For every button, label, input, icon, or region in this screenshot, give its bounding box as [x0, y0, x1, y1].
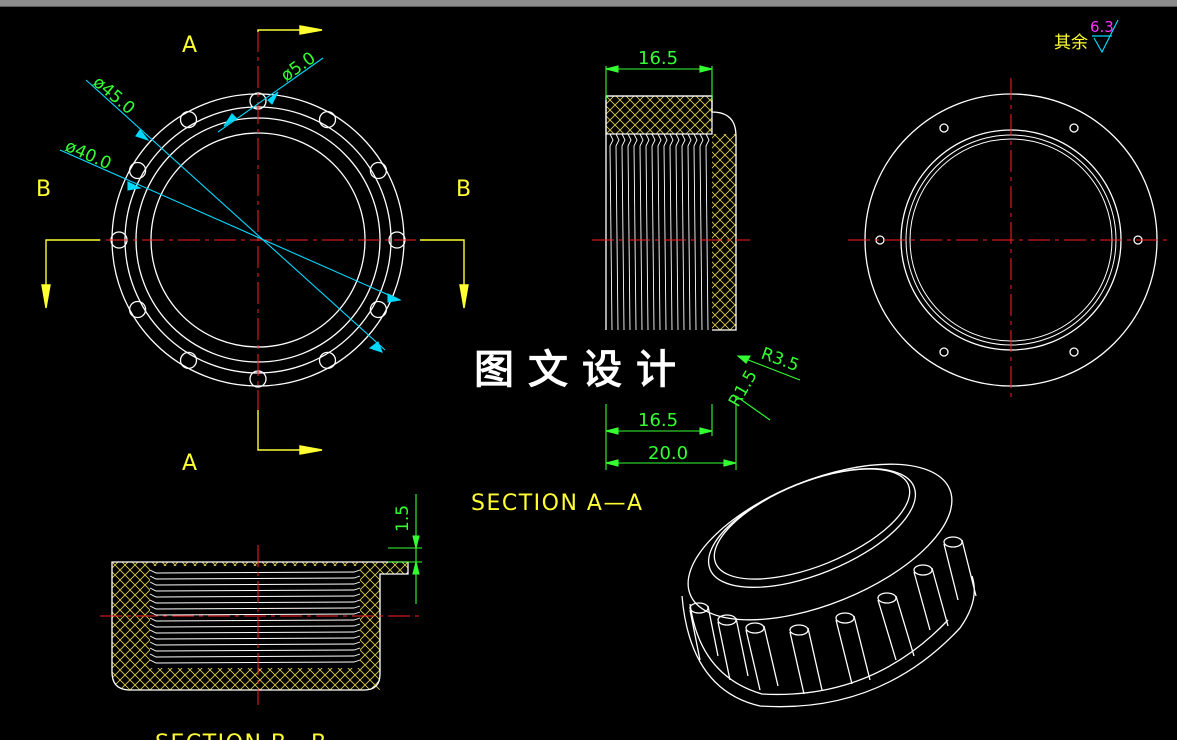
section-bb-title: SECTION B—B — [155, 731, 328, 740]
roughness-value: 6.3 — [1090, 18, 1114, 36]
thread-line — [615, 133, 620, 331]
bolt-hole — [939, 123, 949, 133]
dim-width-top: 16.5 — [638, 48, 678, 69]
iso-rib — [913, 567, 949, 631]
knurl-bump — [369, 161, 388, 180]
view-label-a-top: A — [182, 33, 197, 58]
thread-line — [663, 133, 668, 331]
thread-line — [651, 133, 656, 331]
iso-rib — [745, 625, 779, 691]
iso-rib-top — [877, 592, 897, 604]
iso-rib-top — [913, 564, 933, 576]
iso-rib — [835, 615, 871, 685]
iso-rib-top — [717, 614, 737, 626]
thread-line — [645, 133, 650, 331]
dim-radius-35: R3.5 — [758, 344, 801, 376]
knurl-bump — [318, 351, 337, 370]
bolt-hole — [939, 347, 949, 357]
thread-line — [693, 133, 698, 331]
thread-line — [633, 133, 638, 331]
iso-rib — [717, 617, 749, 681]
isometric-view — [681, 463, 977, 708]
roughness-label: 其余 — [1054, 33, 1088, 53]
thread-line — [705, 133, 710, 331]
section-aa-hatch-right — [712, 134, 736, 330]
iso-rib — [943, 539, 977, 601]
section-a-a-view — [592, 95, 750, 331]
thread-line — [687, 133, 692, 331]
knurl-bump — [179, 351, 198, 370]
section-aa-hatch-top — [605, 95, 713, 135]
watermark-text: 图文设计 — [474, 346, 690, 393]
knurl-bump — [128, 161, 147, 180]
dim-radius-15: R1.5 — [725, 367, 762, 411]
thread-line — [669, 133, 674, 331]
thread-line — [627, 133, 632, 331]
rear-center-lines — [848, 78, 1172, 400]
thread-line — [681, 133, 686, 331]
view-label-b-left: B — [36, 177, 51, 202]
section-b-b-view — [100, 545, 420, 705]
thread-line — [699, 133, 704, 331]
front-center-lines — [70, 30, 450, 424]
knurl-bump — [179, 110, 198, 129]
iso-rib-top — [835, 612, 855, 624]
iso-rib-top — [689, 602, 709, 614]
dim-diameter-40: ø40.0 — [62, 136, 114, 174]
roughness-symbol: 其余 6.3 — [1054, 18, 1119, 54]
thread-line — [657, 133, 662, 331]
thread-line — [675, 133, 680, 331]
knurl-bump — [318, 110, 337, 129]
dim-diameter-45: ø45.0 — [89, 73, 139, 119]
knurl-bump — [369, 300, 388, 319]
view-label-a-bottom: A — [182, 451, 197, 476]
knurl-bump — [128, 300, 147, 319]
bolt-hole — [1069, 123, 1079, 133]
thread-line — [639, 133, 644, 331]
section-aa-thread — [609, 133, 710, 331]
dim-width-bottom: 16.5 — [638, 410, 678, 431]
iso-rib-top — [943, 536, 963, 548]
dim-width-total: 20.0 — [648, 443, 688, 464]
iso-rib-top — [789, 624, 809, 636]
thread-line — [621, 133, 626, 331]
thread-line — [609, 133, 614, 331]
dim-height-15: 1.5 — [393, 505, 413, 532]
dim-diameter-5: ø5.0 — [277, 48, 319, 86]
view-label-b-right: B — [456, 177, 471, 202]
iso-rib-top — [745, 622, 765, 634]
bolt-hole — [1069, 347, 1079, 357]
iso-rib — [789, 627, 823, 695]
iso-rib — [877, 595, 915, 661]
section-aa-title: SECTION A—A — [471, 491, 644, 516]
